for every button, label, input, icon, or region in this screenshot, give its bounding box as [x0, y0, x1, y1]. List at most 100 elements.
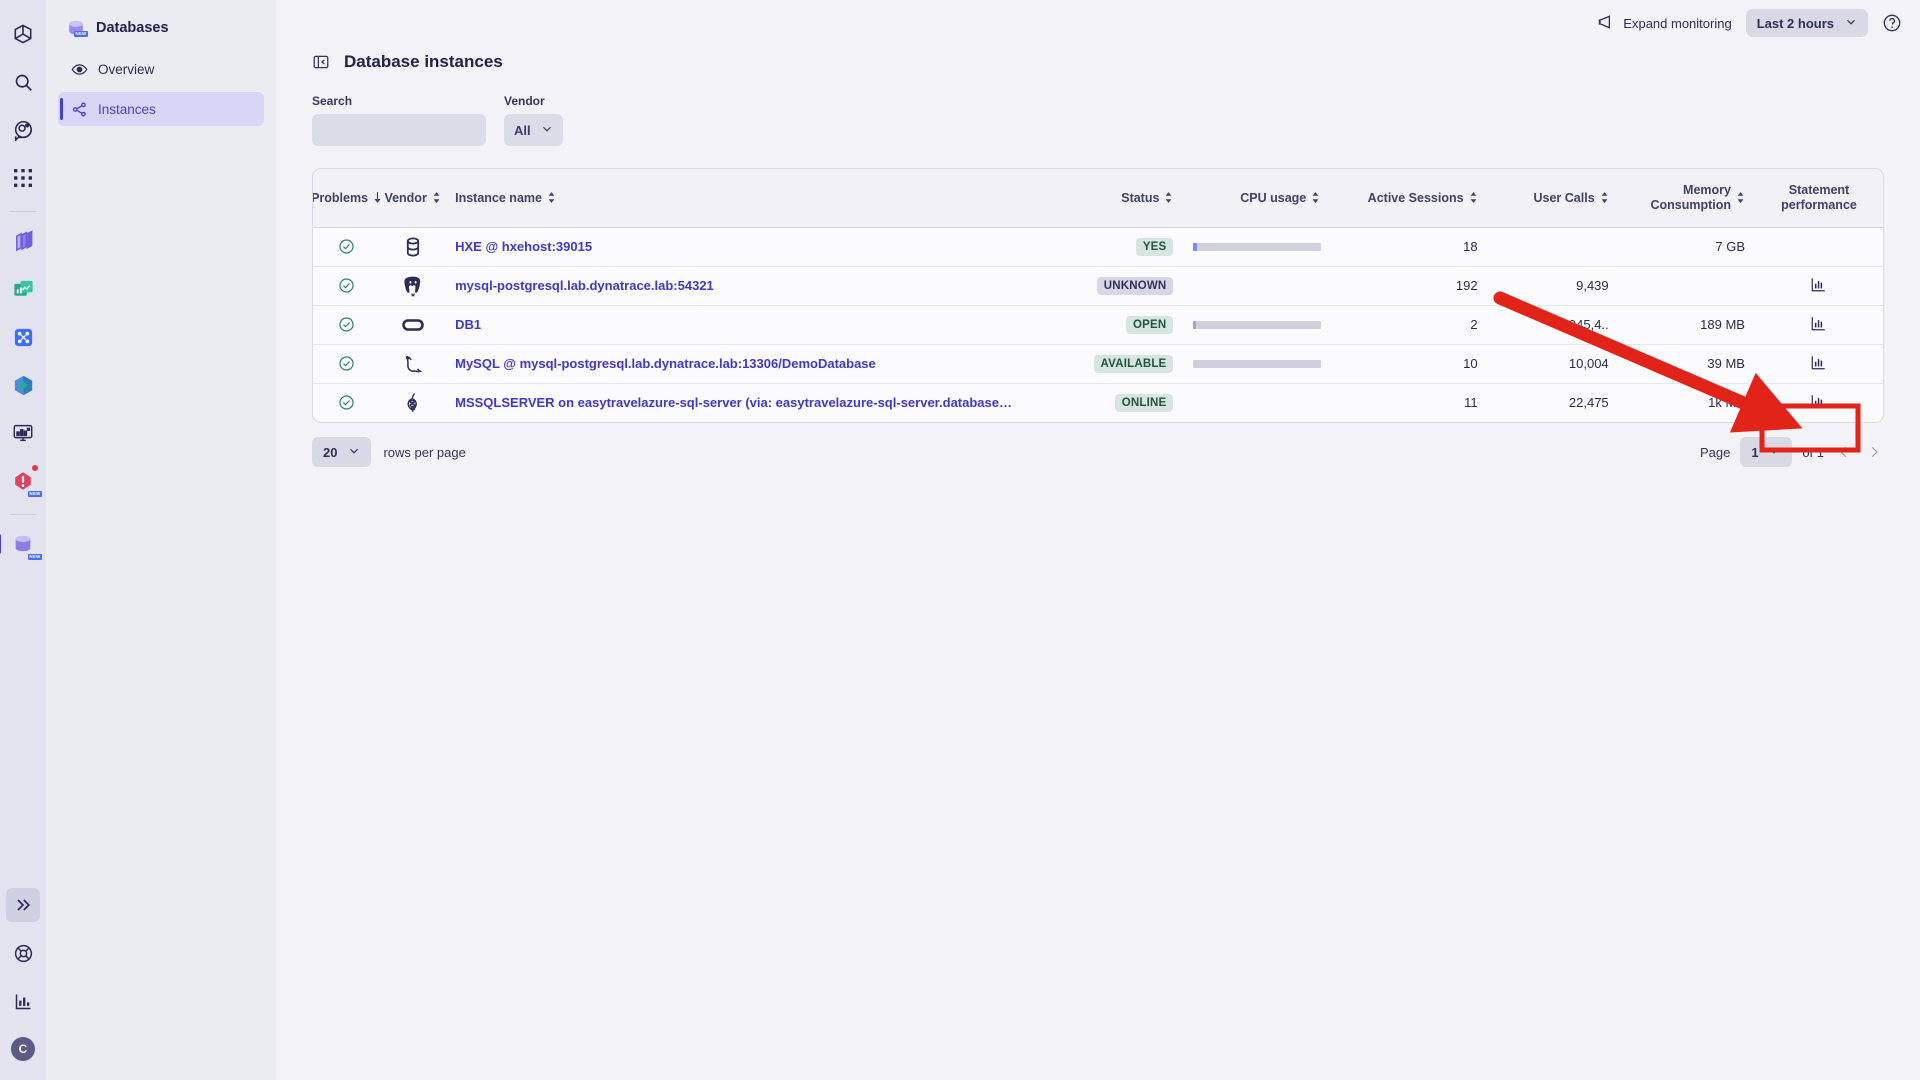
previous-page-button[interactable] [1834, 442, 1854, 462]
page-label: Page [1700, 445, 1730, 460]
col-vendor[interactable]: Vendor [380, 169, 445, 227]
sidebar-header: NEW Databases [58, 10, 264, 46]
status-badge: YES [1136, 238, 1174, 256]
infrastructure-monitor-icon[interactable] [6, 416, 40, 450]
table-row[interactable]: MySQL @ mysql-postgresql.lab.dynatrace.l… [313, 344, 1883, 383]
status-badge: UNKNOWN [1097, 277, 1174, 295]
search-icon[interactable] [6, 65, 40, 99]
kubernetes-icon[interactable] [6, 368, 40, 402]
table-row[interactable]: DB1OPEN2945,4..189 MB [313, 305, 1883, 344]
cell-memory-consumption: 189 MB [1619, 305, 1755, 344]
vendor-filter-group: Vendor All [504, 94, 563, 146]
sidebar-item-overview[interactable]: Overview [58, 52, 264, 86]
instance-name-link[interactable]: MySQL @ mysql-postgresql.lab.dynatrace.l… [455, 356, 876, 371]
davis-ai-icon[interactable] [6, 113, 40, 147]
avatar-initial: C [11, 1037, 35, 1061]
dashboards-icon[interactable] [6, 272, 40, 306]
table-row[interactable]: HXE @ hxehost:39015YES187 GB [313, 227, 1883, 266]
cell-statement-performance [1755, 227, 1883, 266]
rows-per-page-group: 20 rows per page [312, 437, 466, 467]
cell-statement-performance[interactable] [1755, 344, 1883, 383]
cpu-usage-bar [1193, 321, 1321, 329]
new-badge: NEW [28, 491, 42, 497]
col-problems-label: Problems [312, 191, 368, 205]
sidebar-item-instances[interactable]: Instances [58, 92, 264, 126]
page-select-value: 1 [1751, 445, 1758, 460]
global-icon-rail: NEW NEW [0, 0, 46, 1080]
instance-name-link[interactable]: mysql-postgresql.lab.dynatrace.lab:54321 [455, 278, 714, 293]
rows-per-page-select[interactable]: 20 [312, 437, 371, 467]
megaphone-icon [1597, 13, 1615, 34]
new-badge-db: NEW [28, 554, 42, 560]
lifebuoy-support-icon[interactable] [6, 936, 40, 970]
col-statement-label-2: performance [1765, 198, 1873, 213]
search-input[interactable] [312, 114, 486, 146]
cell-instance-name: MySQL @ mysql-postgresql.lab.dynatrace.l… [445, 344, 1074, 383]
cell-active-sessions: 10 [1330, 344, 1487, 383]
vendor-select[interactable]: All [504, 114, 563, 146]
cell-active-sessions: 2 [1330, 305, 1487, 344]
cell-cpu-usage [1183, 227, 1330, 266]
cell-statement-performance[interactable] [1755, 305, 1883, 344]
statement-performance-chart-icon[interactable] [1810, 398, 1827, 413]
col-instance-name[interactable]: Instance name [445, 169, 1074, 227]
col-status[interactable]: Status [1074, 169, 1183, 227]
rows-per-page-value: 20 [323, 445, 337, 460]
col-memory-consumption[interactable]: Memory Consumption [1619, 169, 1755, 227]
layers-icon[interactable] [6, 224, 40, 258]
analytics-icon[interactable] [6, 984, 40, 1018]
oracle-icon [401, 316, 425, 331]
vendor-label: Vendor [504, 94, 563, 108]
table-body: HXE @ hxehost:39015YES187 GBmysql-postgr… [313, 227, 1883, 422]
expand-rail-icon[interactable] [6, 888, 40, 922]
sort-both-icon [1736, 191, 1745, 204]
cell-active-sessions: 192 [1330, 266, 1487, 305]
statement-performance-chart-icon[interactable] [1810, 359, 1827, 374]
workflows-icon[interactable] [6, 320, 40, 354]
problems-alert-icon[interactable]: NEW [6, 464, 40, 498]
main-content: Expand monitoring Last 2 hours [276, 0, 1920, 1080]
timeframe-selector[interactable]: Last 2 hours [1746, 9, 1868, 37]
instance-name-link[interactable]: DB1 [455, 317, 481, 332]
sort-both-icon [1311, 191, 1320, 204]
cpu-usage-bar [1193, 243, 1321, 251]
page-total-label: of 1 [1802, 445, 1824, 460]
check-circle-icon [338, 238, 355, 253]
user-avatar[interactable]: C [6, 1032, 40, 1066]
instance-name-link[interactable]: MSSQLSERVER on easytravelazure-sql-serve… [455, 395, 1012, 410]
help-icon[interactable] [1882, 13, 1902, 33]
mysql-dolphin-icon [401, 355, 425, 370]
cell-instance-name: mysql-postgresql.lab.dynatrace.lab:54321 [445, 266, 1074, 305]
table-row[interactable]: MSSQLSERVER on easytravelazure-sql-serve… [313, 383, 1883, 422]
statement-performance-chart-icon[interactable] [1810, 320, 1827, 335]
cell-problems [313, 266, 380, 305]
col-active-sessions[interactable]: Active Sessions [1330, 169, 1487, 227]
next-page-button[interactable] [1864, 442, 1884, 462]
page-select[interactable]: 1 [1740, 437, 1792, 467]
check-circle-icon [338, 355, 355, 370]
col-user-calls[interactable]: User Calls [1488, 169, 1619, 227]
instance-name-link[interactable]: HXE @ hxehost:39015 [455, 239, 592, 254]
databases-app-icon: NEW [66, 18, 86, 38]
col-problems[interactable]: Problems [313, 169, 380, 227]
col-cpu-usage[interactable]: CPU usage [1183, 169, 1330, 227]
check-circle-icon [338, 316, 355, 331]
databases-icon[interactable]: NEW [6, 527, 40, 561]
sort-both-icon [1600, 191, 1609, 204]
cell-instance-name: MSSQLSERVER on easytravelazure-sql-serve… [445, 383, 1074, 422]
saphana-icon [401, 238, 425, 253]
table-row[interactable]: mysql-postgresql.lab.dynatrace.lab:54321… [313, 266, 1883, 305]
col-user-calls-label: User Calls [1534, 191, 1595, 205]
apps-grid-icon[interactable] [6, 161, 40, 195]
cell-statement-performance[interactable] [1755, 266, 1883, 305]
cell-statement-performance[interactable] [1755, 383, 1883, 422]
filter-bar: Search Vendor All [276, 72, 1920, 146]
timeframe-label: Last 2 hours [1757, 16, 1834, 31]
statement-performance-chart-icon[interactable] [1810, 281, 1827, 296]
dynatrace-logo-icon[interactable] [6, 17, 40, 51]
page-title: Database instances [344, 52, 503, 72]
collapse-sidebar-icon[interactable] [312, 53, 330, 71]
status-badge: OPEN [1126, 316, 1173, 334]
sort-both-icon [1469, 191, 1478, 204]
expand-monitoring-button[interactable]: Expand monitoring [1597, 13, 1731, 34]
